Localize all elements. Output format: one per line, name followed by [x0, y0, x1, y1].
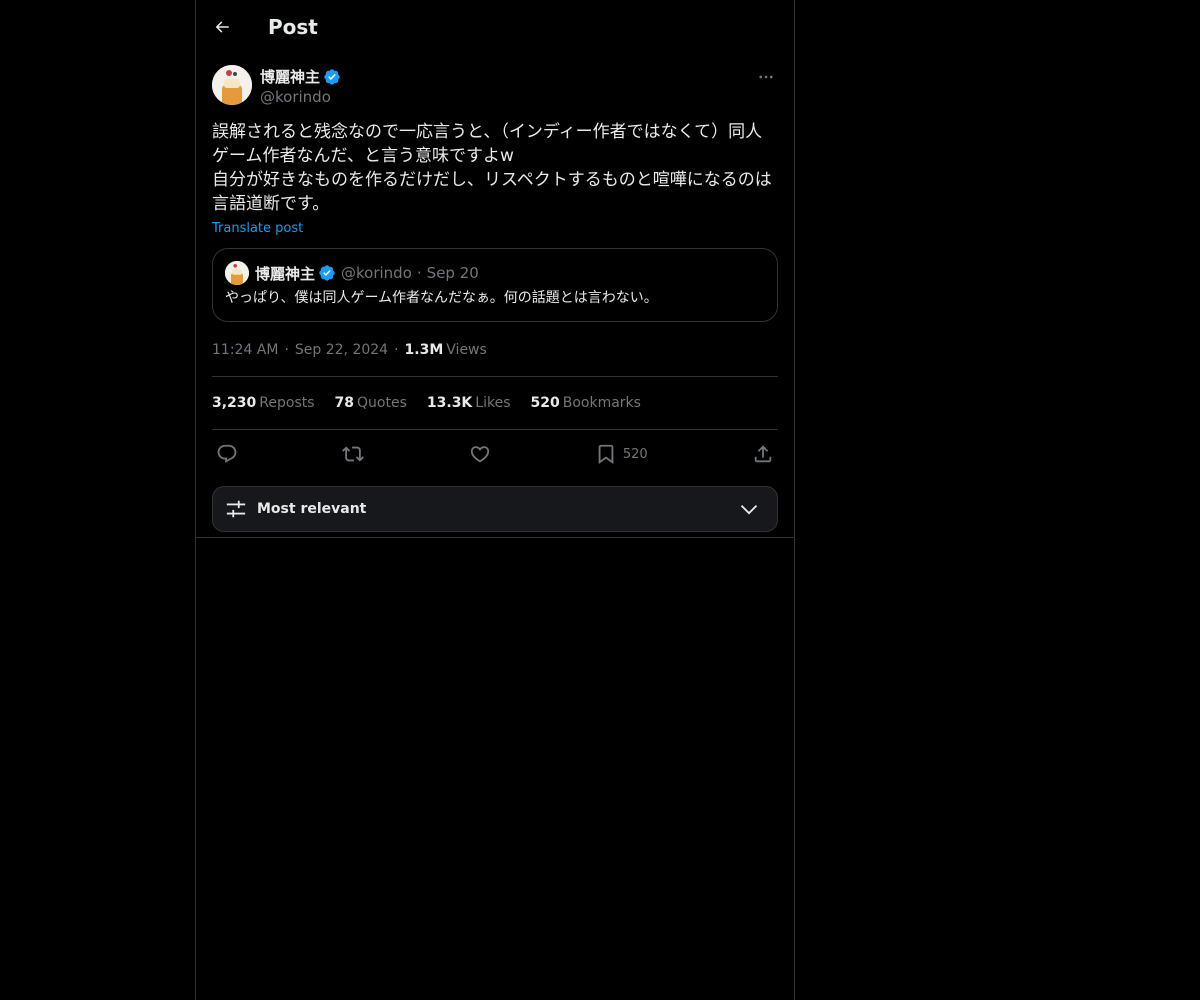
bookmark-count: 520 — [622, 446, 648, 462]
sort-label: Most relevant — [257, 501, 367, 517]
bookmarks-count: 520 — [530, 395, 560, 411]
quoted-post[interactable]: 博麗神主 @korindo · Sep 20 やっぱり、僕は同人ゲーム作者なんだ… — [212, 248, 778, 322]
action-bar: 520 — [212, 430, 778, 478]
post-meta: 11:24 AM · Sep 22, 2024 · 1.3M Views — [212, 340, 778, 360]
reply-icon — [217, 444, 237, 463]
verified-badge-icon — [318, 264, 336, 282]
share-button[interactable] — [752, 443, 774, 465]
chevron-down-icon — [740, 505, 758, 515]
likes-stat[interactable]: 13.3K Likes — [427, 395, 511, 411]
verified-badge-icon — [323, 68, 341, 86]
bookmarks-stat[interactable]: 520 Bookmarks — [531, 395, 641, 411]
meta-separator: · — [394, 342, 399, 358]
post-time[interactable]: 11:24 AM — [212, 342, 278, 358]
translate-post-link[interactable]: Translate post — [212, 221, 303, 236]
quote-avatar — [225, 261, 249, 285]
replies-sort-dropdown[interactable]: Most relevant — [212, 486, 778, 532]
views-label: Views — [446, 342, 487, 358]
views-count: 1.3M — [404, 342, 444, 358]
author-row: 博麗神主 @korindo — [212, 65, 778, 109]
sort-filter-icon — [226, 500, 246, 518]
likes-label: Likes — [475, 395, 511, 411]
quote-text: やっぱり、僕は同人ゲーム作者なんだなぁ。何の話題とは言わない。 — [225, 290, 658, 306]
quotes-label: Quotes — [357, 395, 407, 411]
author-info: 博麗神主 @korindo — [260, 66, 341, 106]
divider — [196, 537, 794, 538]
bookmarks-label: Bookmarks — [562, 395, 641, 411]
likes-count: 13.3K — [426, 395, 473, 411]
repost-button[interactable] — [342, 443, 365, 465]
like-button[interactable] — [469, 443, 491, 465]
quote-author-handle: @korindo — [341, 264, 412, 282]
post-text-line: 自分が好きなものを作るだけだし、リスペクトするものと喧嘩になるのは — [212, 170, 772, 190]
reposts-label: Reposts — [259, 395, 315, 411]
author-name[interactable]: 博麗神主 — [260, 66, 320, 87]
page-title: Post — [268, 14, 318, 39]
like-icon — [470, 446, 489, 463]
quote-separator: · — [416, 264, 422, 282]
post-text-line: 言語道断です。 — [212, 194, 330, 214]
quotes-stat[interactable]: 78 Quotes — [335, 395, 407, 411]
back-arrow-icon — [215, 20, 229, 33]
share-icon — [754, 445, 772, 463]
back-button[interactable] — [212, 17, 232, 37]
post-date[interactable]: Sep 22, 2024 — [295, 342, 388, 358]
quote-date: Sep 20 — [426, 264, 479, 282]
reposts-count: 3,230 — [212, 395, 257, 411]
meta-separator: · — [284, 342, 289, 358]
bookmark-button[interactable]: 520 — [595, 443, 648, 465]
post: 博麗神主 @korindo 誤解されると残念なので一応言うと、（インディー作者で… — [196, 53, 794, 532]
reposts-stat[interactable]: 3,230 Reposts — [212, 395, 315, 411]
quote-author-name: 博麗神主 — [255, 264, 316, 283]
more-options-button[interactable] — [756, 67, 776, 87]
post-text-line: ゲーム作者なんだ、と言う意味ですよw — [212, 146, 514, 166]
repost-icon — [342, 446, 365, 462]
avatar[interactable] — [212, 65, 252, 105]
author-handle[interactable]: @korindo — [260, 88, 341, 106]
page-header: Post — [196, 0, 794, 53]
main-column: Post 博麗神主 @korindo 誤解されると残念なので一応言うと、（インデ… — [195, 0, 795, 1000]
reply-button[interactable] — [216, 443, 238, 465]
post-text: 誤解されると残念なので一応言うと、（インディー作者ではなくて）同人 ゲーム作者な… — [212, 120, 778, 216]
post-text-line: 誤解されると残念なので一応言うと、（インディー作者ではなくて）同人 — [212, 122, 763, 142]
stats-row: 3,230 Reposts 78 Quotes 13.3K Likes 520 Book… — [212, 377, 778, 429]
quotes-count: 78 — [334, 395, 355, 411]
more-icon — [759, 75, 773, 79]
bookmark-icon — [598, 444, 614, 465]
